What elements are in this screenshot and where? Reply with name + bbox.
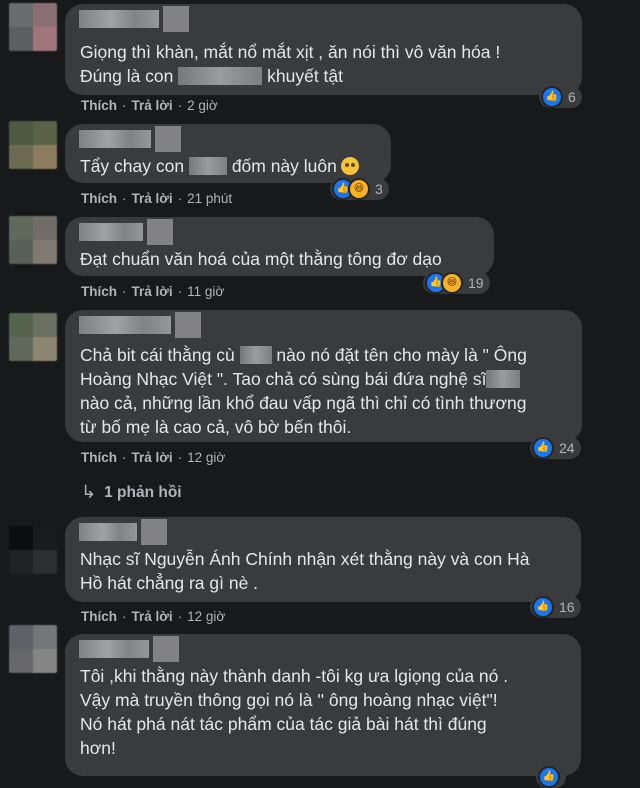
author-name-redacted[interactable] [79,636,179,662]
reaction-summary[interactable]: 👍 24 [530,437,581,459]
reaction-summary[interactable]: 👍 [536,766,566,788]
comment-bubble: Nhạc sĩ Nguyễn Ánh Chính nhận xét thằng … [65,517,581,602]
like-button[interactable]: Thích [81,609,117,624]
timestamp[interactable]: 21 phút [187,191,232,206]
comment-text: Tôi ,khi thằng này thành danh -tôi kg ưa… [80,666,509,758]
flushed-face-icon [340,157,359,175]
reply-button[interactable]: Trả lời [132,98,173,113]
avatar[interactable] [9,3,57,51]
reply-arrow-icon: ↳ [81,482,97,502]
timestamp[interactable]: 12 giờ [187,609,225,624]
comment-actions: Thích · Trả lời · 21 phút [81,191,233,206]
avatar[interactable] [9,526,57,574]
reaction-summary[interactable]: 👍 16 [530,596,581,618]
thumbs-up-icon: 👍 [538,766,560,788]
avatar[interactable] [9,216,57,264]
avatar[interactable] [9,313,57,361]
comment-bubble: Tôi ,khi thằng này thành danh -tôi kg ưa… [65,634,581,776]
comment-text: Chả bit cái thằng cù nào nó đặt tên cho … [80,345,527,437]
redacted-word [188,157,227,175]
reply-button[interactable]: Trả lời [132,609,173,624]
view-replies-link[interactable]: ↳ 1 phản hồi [81,482,182,503]
redacted-word [178,67,263,85]
thumbs-up-icon: 👍 [532,437,554,459]
avatar[interactable] [9,121,57,169]
laughing-face-icon: 😆 [441,272,463,294]
avatar[interactable] [9,625,57,673]
author-name-redacted[interactable] [79,519,167,545]
author-name-redacted[interactable] [79,312,201,338]
timestamp[interactable]: 2 giờ [187,98,218,113]
like-button[interactable]: Thích [81,284,117,299]
comment-bubble: Giọng thì khàn, mắt nổ mắt xịt , ăn nói … [65,4,582,95]
timestamp[interactable]: 11 giờ [187,284,224,299]
thumbs-up-icon: 👍 [532,596,554,618]
reaction-summary[interactable]: 👍 6 [539,86,582,108]
comment-text: Tẩy chay con đốm này luôn [80,154,377,178]
reply-button[interactable]: Trả lời [132,191,173,206]
comment-text: Giọng thì khàn, mắt nổ mắt xịt , ăn nói … [80,42,501,86]
comment-actions: Thích · Trả lời · 2 giờ [81,98,218,113]
comment-text: Nhạc sĩ Nguyễn Ánh Chính nhận xét thằng … [80,549,530,593]
reaction-summary[interactable]: 👍 😆 3 [330,178,389,200]
reaction-count: 3 [375,181,383,197]
redacted-word [239,346,272,364]
reaction-count: 16 [559,599,575,615]
thumbs-up-icon: 👍 [541,86,563,108]
comment-text: Đạt chuẩn văn hoá của một thằng tông đơ … [80,249,442,269]
comment-bubble: Đạt chuẩn văn hoá của một thằng tông đơ … [65,217,494,276]
comment-actions: Thích · Trả lời · 12 giờ [81,450,226,465]
reaction-count: 24 [559,440,575,456]
comment-bubble: Chả bit cái thằng cù nào nó đặt tên cho … [65,310,582,442]
reaction-summary[interactable]: 👍 😆 19 [423,272,490,294]
timestamp[interactable]: 12 giờ [187,450,225,465]
like-button[interactable]: Thích [81,450,117,465]
comment-bubble: Tẩy chay con đốm này luôn [65,124,391,183]
reply-button[interactable]: Trả lời [132,450,173,465]
like-button[interactable]: Thích [81,191,117,206]
like-button[interactable]: Thích [81,98,117,113]
redacted-word [486,370,521,388]
reaction-count: 6 [568,89,576,105]
author-name-redacted[interactable] [79,6,189,32]
author-name-redacted[interactable] [79,219,173,245]
comment-actions: Thích · Trả lời · 12 giờ [81,609,226,624]
reply-button[interactable]: Trả lời [132,284,173,299]
author-name-redacted[interactable] [79,126,181,152]
laughing-face-icon: 😆 [348,178,370,200]
comment-actions: Thích · Trả lời · 11 giờ [81,284,225,299]
reaction-count: 19 [468,275,484,291]
